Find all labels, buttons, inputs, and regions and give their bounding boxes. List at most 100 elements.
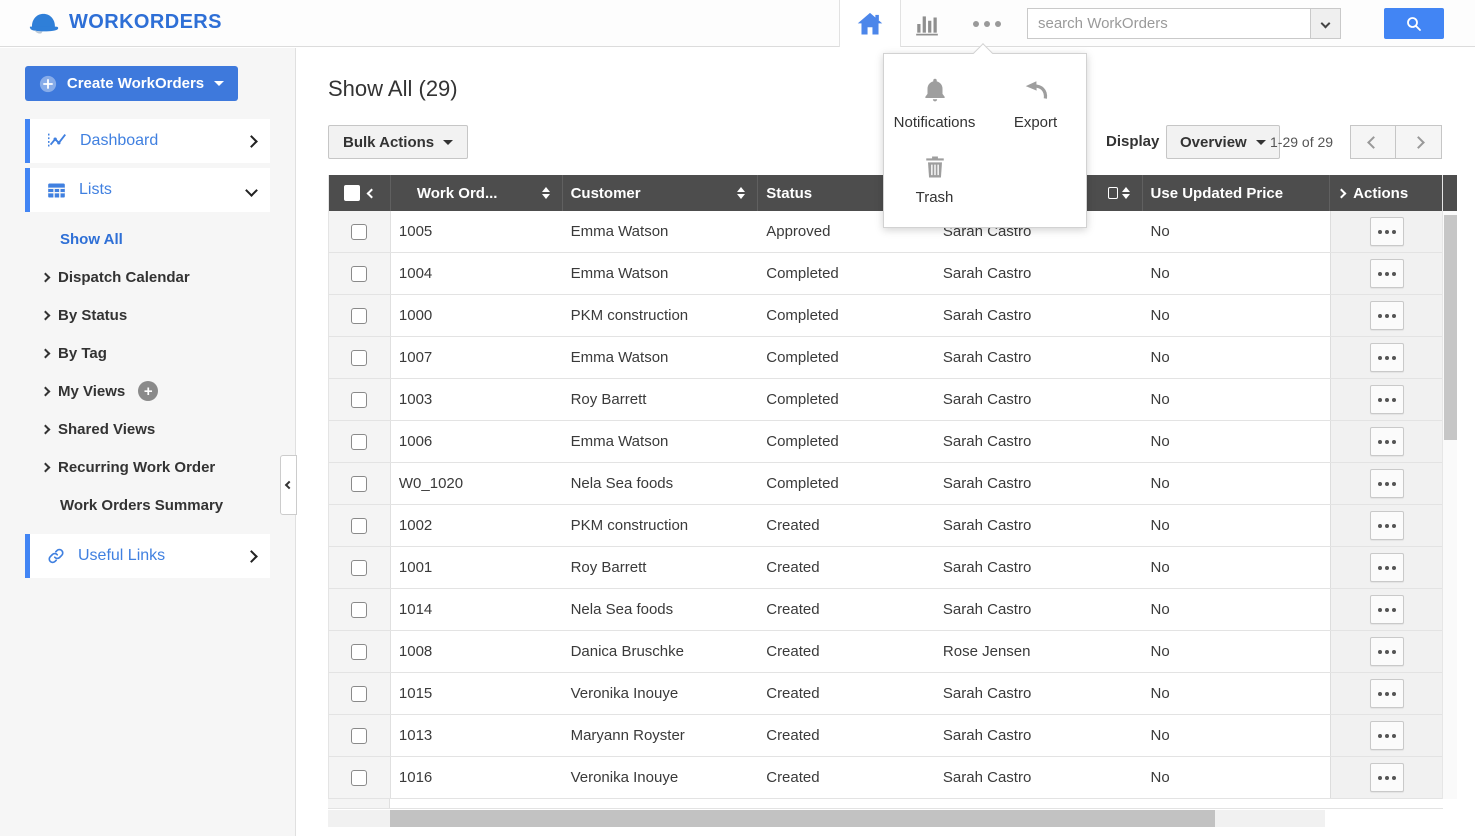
table-row[interactable]: 1015Veronika InouyeCreatedSarah CastroNo <box>329 673 1442 715</box>
menu-item-export[interactable]: Export <box>985 68 1086 145</box>
row-actions-button[interactable] <box>1370 469 1404 498</box>
sidebar-list-item[interactable]: Show All <box>0 220 296 258</box>
row-checkbox[interactable] <box>351 392 367 408</box>
next-page-button[interactable] <box>1396 125 1442 159</box>
add-view-icon[interactable]: + <box>138 381 158 401</box>
customer-cell: PKM construction <box>563 295 759 336</box>
display-mode-dropdown[interactable]: Overview <box>1166 125 1280 159</box>
sidebar-item-useful-links[interactable]: Useful Links <box>25 534 270 578</box>
collapse-column-icon[interactable] <box>366 188 376 198</box>
column-header-work-order[interactable]: Work Ord... <box>391 175 563 211</box>
more-options-button[interactable] <box>972 18 1002 30</box>
row-checkbox[interactable] <box>351 350 367 366</box>
row-actions-button[interactable] <box>1370 679 1404 708</box>
search-scope-dropdown[interactable] <box>1310 9 1340 38</box>
sidebar-list-item[interactable]: Dispatch Calendar <box>0 258 296 296</box>
pagination-controls <box>1350 125 1442 159</box>
row-checkbox[interactable] <box>351 728 367 744</box>
table-row[interactable]: 1008Danica BruschkeCreatedRose JensenNo <box>329 631 1442 673</box>
row-checkbox[interactable] <box>351 476 367 492</box>
row-checkbox[interactable] <box>351 266 367 282</box>
search-input[interactable] <box>1028 9 1310 38</box>
search-button[interactable] <box>1384 8 1444 39</box>
status-cell: Created <box>758 631 935 672</box>
column-header-use-updated-price[interactable]: Use Updated Price <box>1143 175 1331 211</box>
row-checkbox[interactable] <box>351 518 367 534</box>
sidebar-item-lists[interactable]: Lists <box>25 168 270 212</box>
table-row[interactable]: 1002PKM constructionCreatedSarah CastroN… <box>329 505 1442 547</box>
row-actions-button[interactable] <box>1370 637 1404 666</box>
row-actions-button[interactable] <box>1370 763 1404 792</box>
table-row[interactable]: 1007Emma WatsonCompletedSarah CastroNo <box>329 337 1442 379</box>
row-checkbox-cell <box>329 379 391 420</box>
customer-cell: PKM construction <box>563 505 759 546</box>
row-checkbox[interactable] <box>351 644 367 660</box>
row-actions-button[interactable] <box>1370 301 1404 330</box>
use-updated-price-cell: No <box>1143 631 1331 672</box>
row-actions-button[interactable] <box>1370 595 1404 624</box>
previous-page-button[interactable] <box>1350 125 1396 159</box>
menu-item-notifications[interactable]: Notifications <box>884 68 985 145</box>
row-actions-button[interactable] <box>1370 343 1404 372</box>
column-header-customer[interactable]: Customer <box>563 175 759 211</box>
row-actions-button[interactable] <box>1370 721 1404 750</box>
sidebar-collapse-handle[interactable] <box>280 455 297 515</box>
app-logo[interactable]: WORKORDERS <box>26 8 222 36</box>
export-arrow-icon <box>1021 76 1051 106</box>
work-order-cell: 1016 <box>391 757 563 798</box>
sort-icon[interactable] <box>1122 187 1130 199</box>
row-actions-button[interactable] <box>1370 427 1404 456</box>
row-actions-button[interactable] <box>1370 511 1404 540</box>
use-updated-price-cell: No <box>1143 253 1331 294</box>
row-actions-button[interactable] <box>1370 259 1404 288</box>
line-chart-icon <box>46 130 68 152</box>
vertical-scrollbar[interactable] <box>1442 175 1457 799</box>
table-row[interactable]: 1004Emma WatsonCompletedSarah CastroNo <box>329 253 1442 295</box>
horizontal-scrollbar-thumb[interactable] <box>390 810 1215 827</box>
column-header-actions[interactable]: Actions <box>1330 175 1442 211</box>
row-checkbox-cell <box>329 715 391 756</box>
table-row[interactable]: 1001Roy BarrettCreatedSarah CastroNo <box>329 547 1442 589</box>
home-icon <box>856 10 884 38</box>
vertical-scrollbar-thumb[interactable] <box>1444 215 1457 440</box>
home-button[interactable] <box>839 0 901 47</box>
sidebar-list-item[interactable]: My Views+ <box>0 372 296 410</box>
work-order-cell: 1000 <box>391 295 563 336</box>
row-checkbox[interactable] <box>351 686 367 702</box>
sidebar-item-dashboard[interactable]: Dashboard <box>25 119 270 163</box>
row-actions-button[interactable] <box>1370 217 1404 246</box>
sidebar-list-item[interactable]: By Tag <box>0 334 296 372</box>
horizontal-scrollbar[interactable] <box>328 810 1325 827</box>
sidebar-list-item[interactable]: By Status <box>0 296 296 334</box>
sort-icon[interactable] <box>542 187 550 199</box>
table-row[interactable]: 1003Roy BarrettCompletedSarah CastroNo <box>329 379 1442 421</box>
row-checkbox-cell <box>329 421 391 462</box>
bulk-actions-button[interactable]: Bulk Actions <box>328 125 468 159</box>
chart-menu-button[interactable] <box>912 10 942 38</box>
row-checkbox[interactable] <box>351 308 367 324</box>
table-row[interactable]: 1000PKM constructionCompletedSarah Castr… <box>329 295 1442 337</box>
row-checkbox[interactable] <box>351 434 367 450</box>
chevron-right-icon <box>41 424 51 434</box>
sidebar-list-item[interactable]: Work Orders Summary <box>0 486 296 524</box>
chevron-down-icon <box>1321 19 1331 29</box>
sidebar-list-item[interactable]: Recurring Work Order <box>0 448 296 486</box>
row-actions-button[interactable] <box>1370 553 1404 582</box>
row-checkbox[interactable] <box>351 602 367 618</box>
row-actions-button[interactable] <box>1370 385 1404 414</box>
table-row[interactable]: W0_1020Nela Sea foodsCompletedSarah Cast… <box>329 463 1442 505</box>
table-row[interactable]: 1013Maryann RoysterCreatedSarah CastroNo <box>329 715 1442 757</box>
created-by-cell: Sarah Castro <box>935 421 1143 462</box>
created-by-cell: Sarah Castro <box>935 715 1143 756</box>
select-all-checkbox[interactable] <box>344 185 360 201</box>
row-checkbox[interactable] <box>351 770 367 786</box>
table-row[interactable]: 1016Veronika InouyeCreatedSarah CastroNo <box>329 757 1442 799</box>
menu-item-trash[interactable]: Trash <box>884 145 985 220</box>
row-checkbox[interactable] <box>351 224 367 240</box>
create-workorders-button[interactable]: Create WorkOrders <box>25 66 238 101</box>
table-row[interactable]: 1006Emma WatsonCompletedSarah CastroNo <box>329 421 1442 463</box>
sidebar-list-item[interactable]: Shared Views <box>0 410 296 448</box>
row-checkbox[interactable] <box>351 560 367 576</box>
sort-icon[interactable] <box>737 187 745 199</box>
table-row[interactable]: 1014Nela Sea foodsCreatedSarah CastroNo <box>329 589 1442 631</box>
